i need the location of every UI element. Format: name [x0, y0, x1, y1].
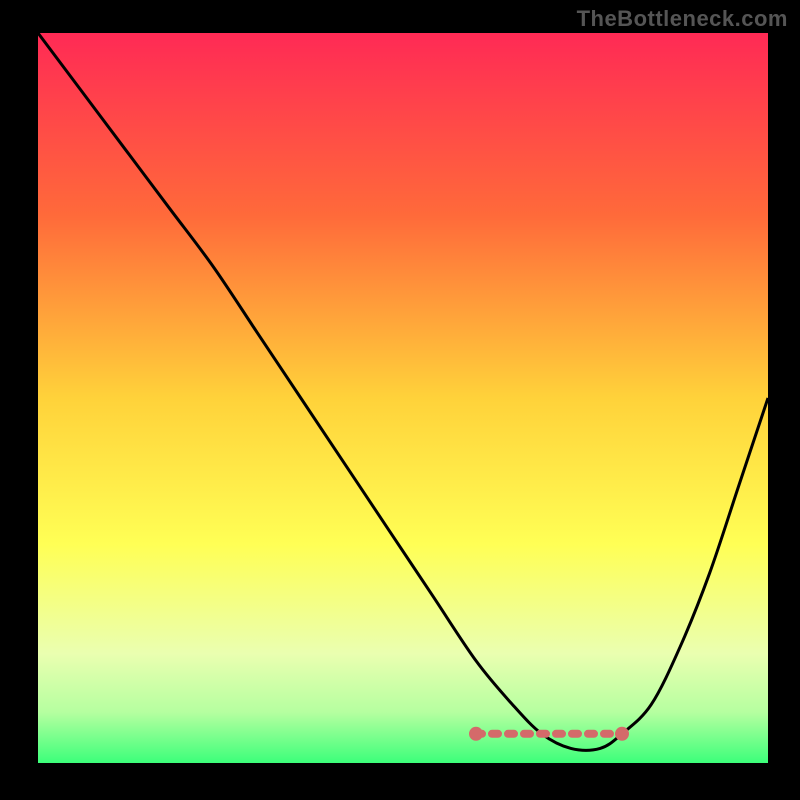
watermark-text: TheBottleneck.com: [577, 6, 788, 32]
chart-root: TheBottleneck.com: [0, 0, 800, 800]
gradient-background: [38, 33, 768, 763]
optimal-range-end-marker: [615, 727, 629, 741]
optimal-range-start-marker: [469, 727, 483, 741]
bottleneck-chart: [0, 0, 800, 800]
